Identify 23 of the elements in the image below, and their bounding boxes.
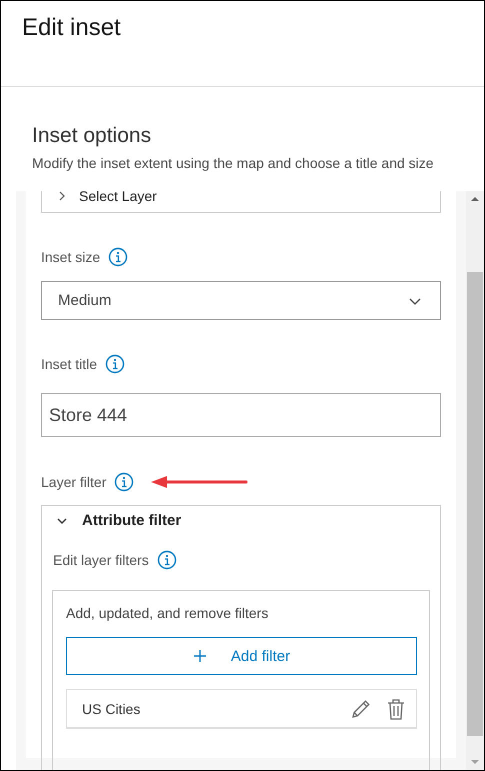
info-icon[interactable] (114, 472, 134, 492)
section-description: Modify the inset extent using the map and choose a title and size (32, 154, 435, 173)
filters-hint: Add, updated, and remove filters (66, 604, 270, 623)
info-icon[interactable] (108, 247, 128, 267)
select-layer-expander[interactable]: Select Layer (41, 191, 441, 213)
size-dropdown[interactable]: Medium (41, 281, 441, 320)
field-label: Inset title (41, 356, 98, 372)
field-label: Layer filter (41, 474, 106, 490)
title-input[interactable]: Store 444 (41, 393, 441, 437)
trash-icon[interactable] (386, 698, 406, 720)
pencil-icon[interactable] (350, 698, 372, 720)
field-label: Inset size (41, 249, 100, 265)
info-icon[interactable] (105, 354, 126, 374)
section-title: Inset options (32, 123, 152, 149)
attribute-filter-expander[interactable]: Attribute filter (42, 506, 440, 535)
filter-row[interactable]: US Cities (66, 689, 417, 729)
panel-title: Edit inset (21, 13, 122, 42)
info-icon[interactable] (156, 550, 177, 570)
scrollbar[interactable] (466, 191, 484, 770)
add-filter-button[interactable]: Add filter (66, 637, 417, 675)
field-label: Edit layer filters (53, 552, 149, 568)
plus-icon (192, 649, 207, 663)
scrollbar-thumb[interactable] (467, 272, 483, 736)
